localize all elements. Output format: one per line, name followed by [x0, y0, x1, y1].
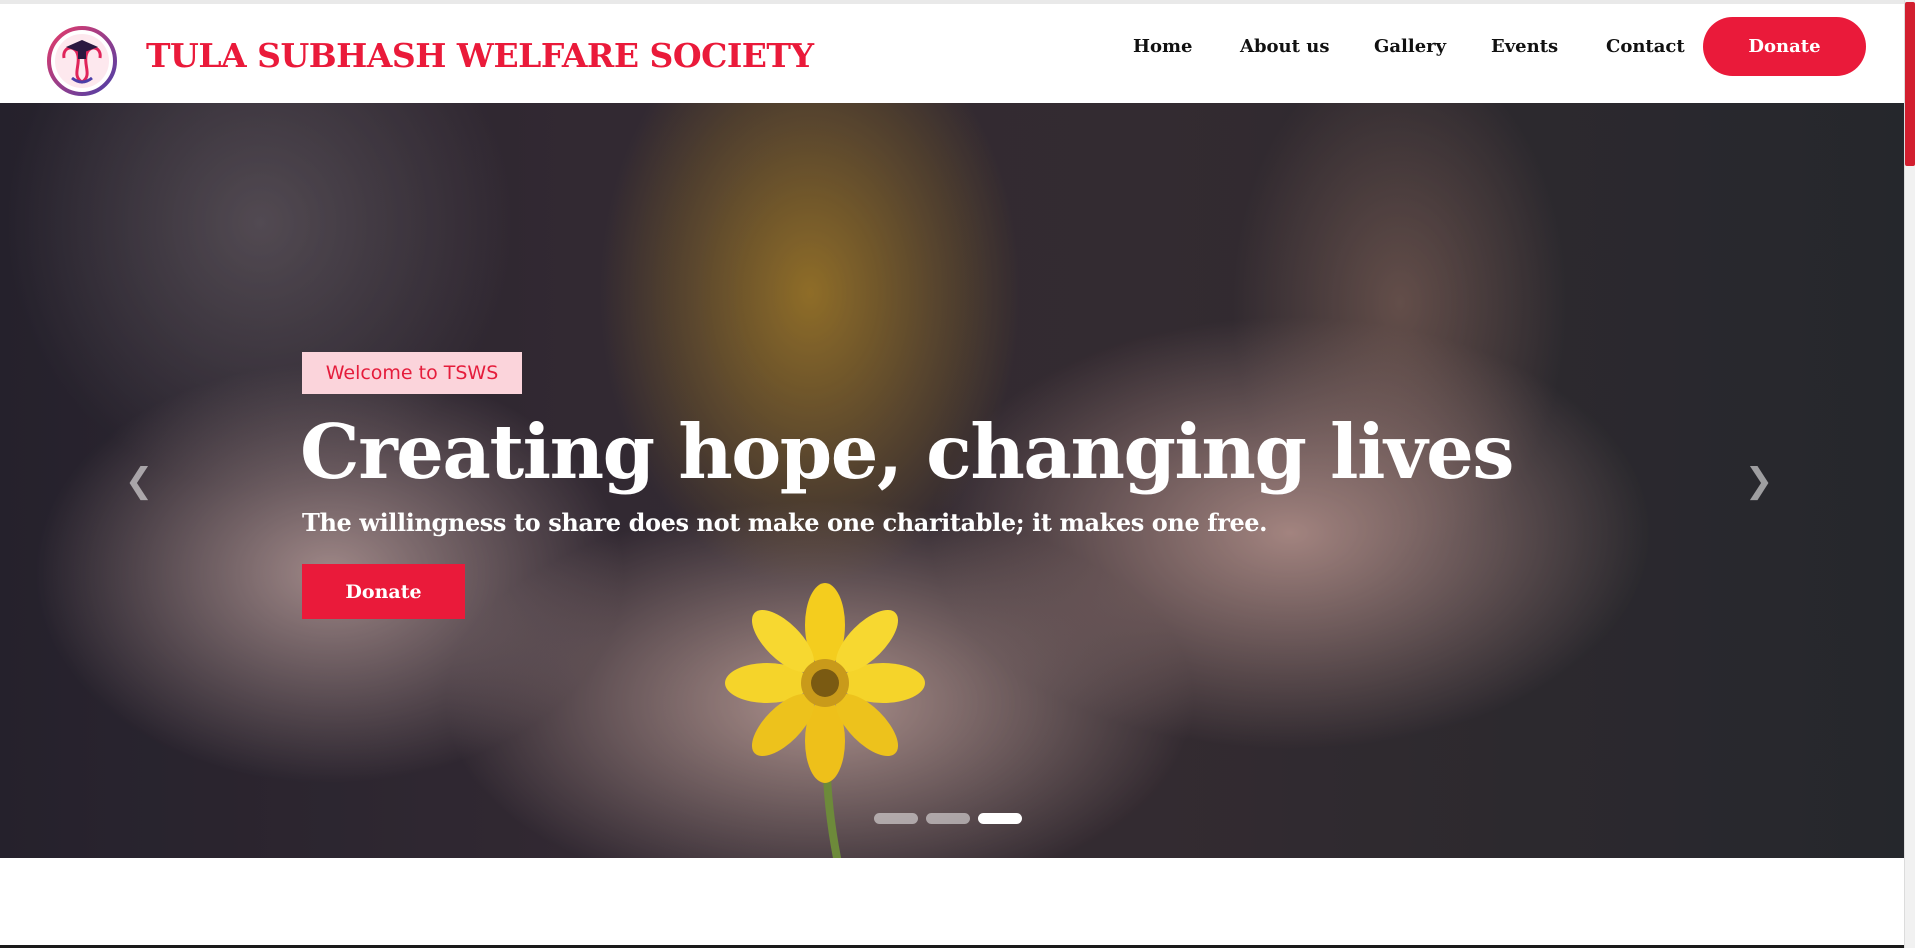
carousel-dot-1[interactable]	[874, 813, 918, 824]
carousel-dot-2[interactable]	[926, 813, 970, 824]
hero-donate-button[interactable]: Donate	[302, 564, 465, 619]
chevron-left-icon[interactable]: ❮	[124, 461, 154, 501]
hero-carousel: Welcome to TSWS Creating hope, changing …	[0, 103, 1904, 858]
carousel-indicators	[874, 813, 1022, 825]
tsws-logo-icon[interactable]	[42, 26, 122, 96]
scrollbar-thumb[interactable]	[1905, 2, 1915, 166]
nav-item-gallery[interactable]: Gallery	[1374, 36, 1446, 66]
hero-subheadline: The willingness to share does not make o…	[302, 508, 1268, 537]
nav-item-about-us[interactable]: About us	[1240, 36, 1329, 66]
carousel-dot-3[interactable]	[978, 813, 1022, 824]
nav-item-events[interactable]: Events	[1491, 36, 1558, 66]
nav-item-contact[interactable]: Contact	[1606, 36, 1685, 66]
page-scrollbar[interactable]	[1904, 0, 1915, 948]
nav-item-home[interactable]: Home	[1133, 36, 1193, 66]
hero-headline: Creating hope, changing lives	[300, 408, 1515, 496]
header-donate-button[interactable]: Donate	[1703, 17, 1866, 76]
page: TULA SUBHASH WELFARE SOCIETY Home About …	[0, 0, 1904, 948]
welcome-badge: Welcome to TSWS	[302, 352, 522, 394]
chevron-right-icon[interactable]: ❯	[1744, 461, 1774, 501]
site-brand-title[interactable]: TULA SUBHASH WELFARE SOCIETY	[146, 36, 814, 75]
site-header: TULA SUBHASH WELFARE SOCIETY Home About …	[0, 8, 1904, 103]
